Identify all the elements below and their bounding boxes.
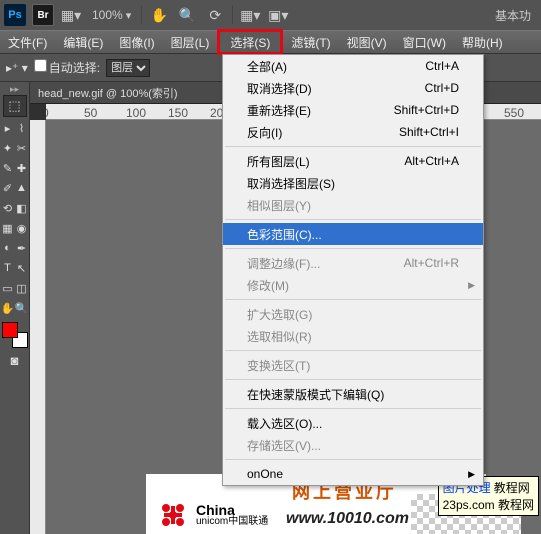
pen-tool[interactable]: ✒ [15,238,29,258]
gradient-tool[interactable]: ▦ [1,218,15,238]
menu-item[interactable]: onOne▶ [223,463,483,485]
workspace-label[interactable]: 基本功 [495,7,537,24]
healing-tool[interactable]: ✚ [15,158,29,178]
image-url-text: www.10010.com [286,510,409,528]
menu-select[interactable]: 选择(S) [217,29,283,55]
eyedropper-tool[interactable]: ✎ [1,158,15,178]
fg-color[interactable] [2,322,18,338]
menu-item: 选取相似(R) [223,325,483,347]
menu-item: 调整边缘(F)...Alt+Ctrl+R [223,252,483,274]
dodge-tool[interactable]: ◐ [1,238,15,258]
type-tool[interactable]: T [1,258,15,278]
zoom-icon[interactable]: 🔍 [176,4,198,26]
move-tool-icon: ▸⁺ ▾ [6,61,28,75]
menu-item: 扩大选取(G) [223,303,483,325]
eraser-tool[interactable]: ◧ [15,198,29,218]
menu-item[interactable]: 全部(A)Ctrl+A [223,55,483,77]
brush-tool[interactable]: ✐ [1,178,15,198]
path-tool[interactable]: ↖ [15,258,29,278]
menu-item[interactable]: 在快速蒙版模式下编辑(Q) [223,383,483,405]
color-swatches[interactable] [2,322,28,348]
marquee-tool[interactable]: ⬚ [3,95,27,117]
menu-filter[interactable]: 滤镜(T) [283,31,338,53]
brand-text-2: unicom中国联通 [196,517,268,527]
br-logo[interactable]: Br [32,4,54,26]
auto-select-check[interactable]: 自动选择: [34,59,100,76]
ps-logo[interactable]: Ps [4,4,26,26]
hand-tool[interactable]: ✋ [1,298,15,318]
zoom-tool[interactable]: 🔍 [15,298,29,318]
crop-tool[interactable]: ✂ [15,138,29,158]
menu-file[interactable]: 文件(F) [0,31,55,53]
menu-view[interactable]: 视图(V) [339,31,395,53]
menu-image[interactable]: 图像(I) [111,31,162,53]
move-tool[interactable]: ▸ [1,118,15,138]
quickmask-tool[interactable]: ◙ [3,349,27,371]
menu-item[interactable]: 取消选择图层(S) [223,172,483,194]
wand-tool[interactable]: ✦ [1,138,15,158]
select-menu-dropdown: 全部(A)Ctrl+A取消选择(D)Ctrl+D重新选择(E)Shift+Ctr… [222,54,484,486]
ruler-vertical [30,120,46,534]
hand-icon[interactable]: ✋ [148,4,170,26]
menu-item: 变换选区(T) [223,354,483,376]
lasso-tool[interactable]: ⌇ [15,118,29,138]
app-toolbar: Ps Br ▦▾ 100% ▾ ✋ 🔍 ⟳ ▦▾ ▣▾ 基本功 [0,0,541,30]
menu-layer[interactable]: 图层(L) [163,31,218,53]
auto-select-target[interactable]: 图层 [106,59,150,77]
menu-item[interactable]: 重新选择(E)Shift+Ctrl+D [223,99,483,121]
arrange-icon[interactable]: ▦▾ [239,4,261,26]
zoom-level[interactable]: 100% ▾ [88,8,135,22]
menu-item: 修改(M)▶ [223,274,483,296]
menu-edit[interactable]: 编辑(E) [55,31,111,53]
stamp-tool[interactable]: ▲ [15,178,29,198]
toolbox-collapse-icon[interactable]: ▸▸ [1,84,29,94]
menu-item: 相似图层(Y) [223,194,483,216]
3d-tool[interactable]: ◫ [15,278,29,298]
mini-bridge-icon[interactable]: ▦▾ [60,4,82,26]
unicom-logo: China unicom中国联通 [156,498,268,532]
toolbox: ▸▸ ⬚ ▸⌇ ✦✂ ✎✚ ✐▲ ⟲◧ ▦◉ ◐✒ T↖ ▭◫ ✋🔍 ◙ [0,82,30,534]
menu-window[interactable]: 窗口(W) [395,31,454,53]
menu-item[interactable]: 反向(I)Shift+Ctrl+I [223,121,483,143]
menu-item: 存储选区(V)... [223,434,483,456]
chinese-knot-icon [156,498,190,532]
menu-item[interactable]: 所有图层(L)Alt+Ctrl+A [223,150,483,172]
brand-text-1: China [196,503,268,517]
rotate-icon[interactable]: ⟳ [204,4,226,26]
menu-item[interactable]: 载入选区(O)... [223,412,483,434]
menubar: 文件(F) 编辑(E) 图像(I) 图层(L) 选择(S) 滤镜(T) 视图(V… [0,30,541,54]
menu-item[interactable]: 色彩范围(C)... [223,223,483,245]
shape-tool[interactable]: ▭ [1,278,15,298]
history-brush-tool[interactable]: ⟲ [1,198,15,218]
screen-mode-icon[interactable]: ▣▾ [267,4,289,26]
menu-help[interactable]: 帮助(H) [454,31,511,53]
blur-tool[interactable]: ◉ [15,218,29,238]
menu-item[interactable]: 取消选择(D)Ctrl+D [223,77,483,99]
